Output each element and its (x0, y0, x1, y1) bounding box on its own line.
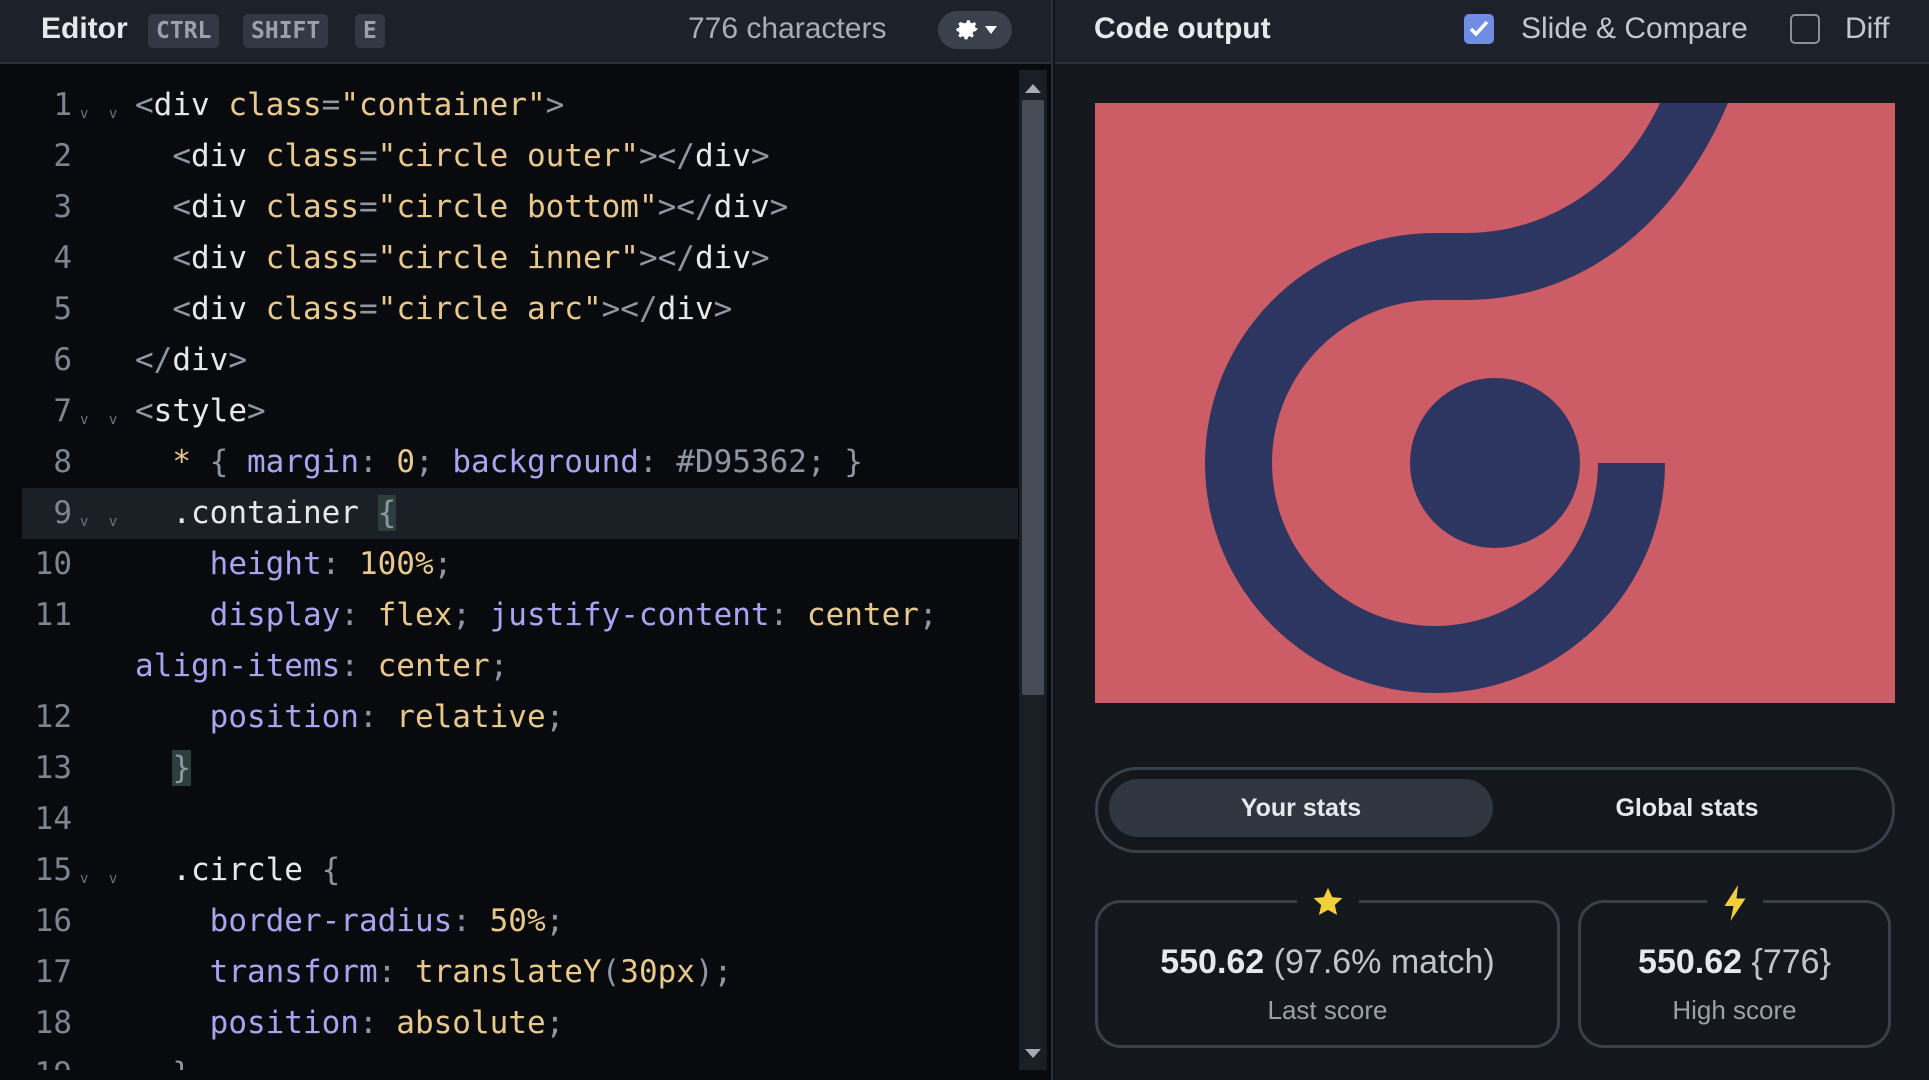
editor-title: Editor (41, 12, 128, 45)
inner-circle (1410, 378, 1580, 548)
settings-button[interactable] (938, 11, 1012, 49)
code-line: 6 </div> (22, 335, 1018, 386)
shortcut-key-shift: SHIFT (243, 14, 329, 48)
editor-panel: Editor CTRL SHIFT E 776 characters 1 v v… (0, 0, 1053, 1080)
code-text: <div class="circle outer"></div> (172, 138, 770, 174)
code-line: 12 position: relative; (22, 692, 1018, 743)
tab-global-stats[interactable]: Global stats (1495, 779, 1879, 837)
shortcut-key-e: E (355, 14, 385, 48)
code-text: display: flex; justify-content: center; (209, 597, 938, 633)
high-score-value: 550.62 {776} (1638, 943, 1831, 981)
code-line: 19 } (22, 1049, 1018, 1070)
high-score-label: High score (1672, 995, 1797, 1025)
code-editor[interactable]: 1 v v <div class="container"> 2 <div cla… (22, 80, 1018, 1070)
code-text: height: 100%; (209, 546, 453, 582)
output-title: Code output (1094, 12, 1271, 45)
code-text: </div> (135, 342, 247, 378)
star-icon (1296, 885, 1359, 928)
line-number: 16 (34, 903, 72, 939)
line-number: 3 (53, 189, 72, 225)
code-line: 4 <div class="circle inner"></div> (22, 233, 1018, 284)
line-number: 18 (34, 1005, 72, 1041)
checkmark-icon (1469, 20, 1489, 37)
line-number: 11 (34, 597, 72, 633)
code-line: 15 v v .circle { (22, 845, 1018, 896)
slide-compare-label[interactable]: Slide & Compare (1521, 12, 1748, 46)
output-panel: Code output Slide & Compare Diff Your st… (1055, 0, 1929, 1080)
diff-label[interactable]: Diff (1845, 12, 1889, 46)
code-line: 13 } (22, 743, 1018, 794)
last-score-card: 550.62 (97.6% match) Last score (1095, 885, 1560, 1048)
line-number: 13 (34, 750, 72, 786)
line-number: 5 (53, 291, 72, 327)
gear-icon (956, 20, 978, 40)
code-line: 5 <div class="circle arc"></div> (22, 284, 1018, 335)
output-header: Code output Slide & Compare Diff (1055, 0, 1929, 64)
last-score-label: Last score (1267, 995, 1388, 1025)
shortcut-key-ctrl: CTRL (148, 14, 220, 48)
scroll-up-arrow-icon[interactable] (1025, 84, 1041, 93)
code-line: 10 height: 100%; (22, 539, 1018, 590)
code-text: <div class="circle inner"></div> (172, 240, 770, 276)
line-number: 10 (34, 546, 72, 582)
editor-scrollbar[interactable] (1019, 70, 1047, 1070)
code-text: position: relative; (209, 699, 565, 735)
app: Editor CTRL SHIFT E 776 characters 1 v v… (0, 0, 1929, 1080)
line-number: 7 (53, 393, 72, 429)
code-text: .circle { (172, 852, 341, 888)
code-text: <div class="container"> (135, 87, 565, 123)
code-line: 2 <div class="circle outer"></div> (22, 131, 1018, 182)
code-text: align-items: center; (135, 648, 509, 684)
code-text: transform: translateY(30px); (209, 954, 733, 990)
line-number: 1 (53, 87, 72, 123)
line-number: 9 (53, 495, 72, 531)
scroll-down-arrow-icon[interactable] (1025, 1049, 1041, 1058)
line-number: 19 (22, 1049, 72, 1070)
code-line: 3 <div class="circle bottom"></div> (22, 182, 1018, 233)
code-text: .container { (172, 495, 397, 531)
code-line: 1 v v <div class="container"> (22, 80, 1018, 131)
code-text: <style> (135, 393, 266, 429)
slide-compare-checkbox[interactable] (1464, 14, 1494, 44)
line-number: 12 (34, 699, 72, 735)
high-score-card: 550.62 {776} High score (1578, 885, 1891, 1048)
line-number: 4 (53, 240, 72, 276)
code-line-wrap: align-items: center; (22, 641, 1018, 692)
code-line-active: 9 v v .container { (22, 488, 1018, 539)
chevron-down-icon (985, 26, 997, 34)
line-number: 8 (53, 444, 72, 480)
code-line: 16 border-radius: 50%; (22, 896, 1018, 947)
bolt-icon (1706, 885, 1763, 930)
code-text: } (135, 1049, 191, 1070)
code-text: <div class="circle bottom"></div> (172, 189, 789, 225)
matched-bracket: { (377, 495, 397, 531)
code-text: * { margin: 0; background: #D95362; } (172, 444, 863, 480)
matched-bracket: } (172, 750, 191, 786)
code-text: <div class="circle arc"></div> (172, 291, 733, 327)
stats-tabs: Your stats Global stats (1095, 767, 1895, 853)
line-number: 14 (34, 801, 72, 837)
scrollbar-thumb[interactable] (1022, 100, 1044, 695)
code-line: 7 v v <style> (22, 386, 1018, 437)
line-number: 6 (53, 342, 72, 378)
output-preview[interactable] (1095, 103, 1895, 703)
line-number: 15 (34, 852, 72, 888)
output-graphic (1095, 103, 1895, 703)
character-count: 776 characters (688, 12, 887, 45)
code-text: } (135, 743, 191, 794)
code-text: border-radius: 50%; (209, 903, 565, 939)
code-line: 14 (22, 794, 1018, 845)
diff-checkbox[interactable] (1790, 14, 1820, 44)
tab-your-stats[interactable]: Your stats (1109, 779, 1493, 837)
code-line: 8 * { margin: 0; background: #D95362; } (22, 437, 1018, 488)
editor-header: Editor CTRL SHIFT E 776 characters (0, 0, 1051, 64)
code-line: 18 position: absolute; (22, 998, 1018, 1049)
line-number: 17 (34, 954, 72, 990)
code-text: position: absolute; (209, 1005, 565, 1041)
last-score-value: 550.62 (97.6% match) (1160, 943, 1495, 981)
code-line: 11 display: flex; justify-content: cente… (22, 590, 1018, 641)
code-line: 17 transform: translateY(30px); (22, 947, 1018, 998)
line-number: 2 (53, 138, 72, 174)
